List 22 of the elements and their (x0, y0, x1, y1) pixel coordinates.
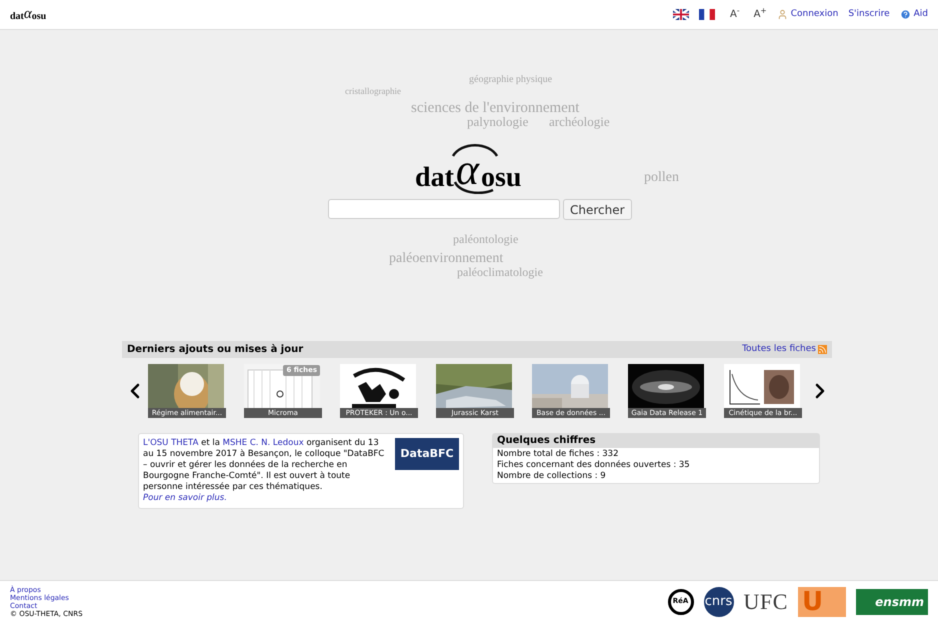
partner-logo[interactable]: ensmm (856, 588, 928, 614)
help-link[interactable]: Aid (900, 8, 928, 22)
signup-link[interactable]: S'inscrire (848, 8, 890, 22)
login-link[interactable]: Connexion (776, 8, 838, 22)
search-button[interactable]: Chercher (563, 199, 632, 220)
news-text: L'OSU THETA et la MSHE C. N. Ledoux organisent du 13 au 15 novembre 2017 à Besançon, le colloque "DataBFC – ouvrir et gérer les données de la recherche en Bourgogne Franche-Comté". Il est ouvert à toute personne intéressée par ces thématiques. Pour en savoir plus. (143, 438, 386, 504)
font-size-button[interactable]: A$^{+}$ (754, 7, 767, 22)
news-link[interactable]: L'OSU THETA (143, 438, 198, 448)
event-banner: DataBFC (395, 438, 459, 470)
partner-logo[interactable]: cnrs (704, 586, 734, 616)
stats-title: Quelques chiffres (493, 434, 819, 448)
stats-line: Nombre total de fiches : 332 (497, 449, 620, 460)
site-logo[interactable]: datαosu (10, 7, 46, 22)
partner-logo[interactable]: UFC (744, 585, 788, 618)
stats-line: Fiches concernant des données ouvertes : 35 (497, 460, 691, 471)
site-logo[interactable]: datαosu (415, 134, 522, 200)
read-more-link[interactable]: Pour en savoir plus. (143, 493, 227, 503)
all-records-link[interactable]: Toutes les fiches (742, 342, 816, 356)
news-link[interactable]: MSHE C. N. Ledoux (222, 438, 304, 448)
font-size-button[interactable]: A$^{-}$ (730, 7, 740, 22)
stats-line: Nombre de collections : 9 (497, 471, 607, 482)
section-title: Derniers ajouts ou mises à jour (127, 343, 304, 357)
